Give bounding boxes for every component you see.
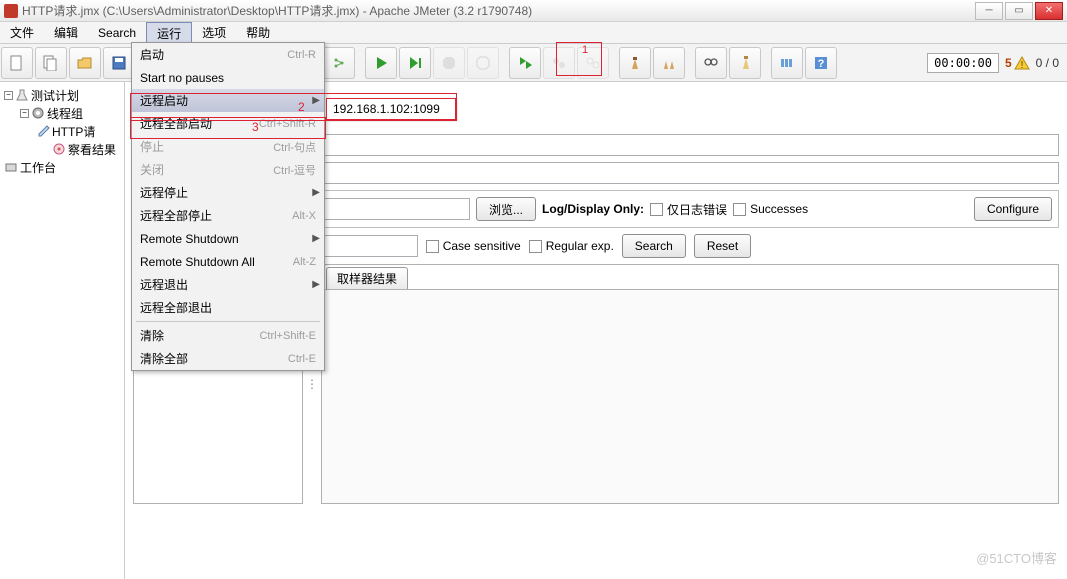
toolbar-reset-search-button[interactable] bbox=[729, 47, 761, 79]
test-tree[interactable]: − 测试计划 − 线程组 HTTP请 察看结果 工作台 bbox=[0, 82, 125, 579]
menu-remote-shutdown[interactable]: Remote Shutdown▶ bbox=[132, 227, 324, 250]
sampler-result-body bbox=[322, 289, 1058, 503]
errors-only-checkbox[interactable]: 仅日志错误 bbox=[650, 201, 727, 218]
menu-start-nopause[interactable]: Start no pauses bbox=[132, 66, 324, 89]
menu-clear[interactable]: 清除Ctrl+Shift-E bbox=[132, 324, 324, 347]
menu-options[interactable]: 选项 bbox=[192, 22, 236, 43]
toolbar-start-nopause-button[interactable] bbox=[399, 47, 431, 79]
annotation-label-2: 2 bbox=[298, 100, 305, 114]
annotation-label-1: 1 bbox=[582, 44, 588, 56]
reset-button[interactable]: Reset bbox=[694, 234, 751, 258]
toolbar-remote-stop-button[interactable] bbox=[543, 47, 575, 79]
toolbar-start-button[interactable] bbox=[365, 47, 397, 79]
run-menu-dropdown: 启动Ctrl-R Start no pauses 远程启动▶ 远程全部启动Ctr… bbox=[131, 42, 325, 371]
toolbar-templates-button[interactable] bbox=[35, 47, 67, 79]
toolbar-clearall-button[interactable] bbox=[653, 47, 685, 79]
submenu-arrow-icon: ▶ bbox=[312, 95, 320, 106]
pipette-icon bbox=[36, 124, 50, 138]
toolbar-open-button[interactable] bbox=[69, 47, 101, 79]
regex-checkbox[interactable]: Regular exp. bbox=[529, 239, 614, 253]
window-close-button[interactable]: ✕ bbox=[1035, 2, 1063, 20]
app-icon bbox=[4, 4, 18, 18]
menu-remote-stop[interactable]: 远程停止▶ bbox=[132, 181, 324, 204]
toolbar-remote-start-button[interactable] bbox=[509, 47, 541, 79]
menu-help[interactable]: 帮助 bbox=[236, 22, 280, 43]
tab-sampler-result[interactable]: 取样器结果 bbox=[326, 267, 408, 289]
tree-thread-group[interactable]: 线程组 bbox=[47, 105, 83, 122]
menu-clear-all[interactable]: 清除全部Ctrl-E bbox=[132, 347, 324, 370]
menu-remote-stop-all[interactable]: 远程全部停止Alt-X bbox=[132, 204, 324, 227]
browse-button[interactable]: 浏览... bbox=[476, 197, 536, 221]
toolbar-toggle-button[interactable] bbox=[323, 47, 355, 79]
results-right-pane: 取样器结果 bbox=[321, 264, 1059, 504]
tree-test-plan[interactable]: 测试计划 bbox=[31, 87, 79, 104]
gear-icon bbox=[31, 106, 45, 120]
scope-icon bbox=[52, 142, 66, 156]
logdisplay-label: Log/Display Only: bbox=[542, 202, 644, 216]
annotation-label-3: 3 bbox=[252, 120, 259, 134]
case-sensitive-checkbox[interactable]: Case sensitive bbox=[426, 239, 521, 253]
flask-icon bbox=[15, 88, 29, 102]
search-button[interactable]: Search bbox=[622, 234, 686, 258]
menu-shutdown-test: 关闭Ctrl-逗号 bbox=[132, 158, 324, 181]
remote-start-host[interactable]: 192.168.1.102:1099 bbox=[326, 98, 456, 120]
window-title: HTTP请求.jmx (C:\Users\Administrator\Deskt… bbox=[22, 2, 975, 19]
menubar: 文件 编辑 Search 运行 选项 帮助 bbox=[0, 22, 1067, 44]
warning-icon: ! bbox=[1014, 55, 1030, 71]
toolbar-help-button[interactable]: ? bbox=[805, 47, 837, 79]
svg-text:!: ! bbox=[1020, 60, 1023, 71]
toolbar-stop-button[interactable] bbox=[433, 47, 465, 79]
tree-http-request[interactable]: HTTP请 bbox=[52, 123, 95, 140]
menu-remote-start[interactable]: 远程启动▶ bbox=[132, 89, 324, 112]
tree-toggle-icon[interactable]: − bbox=[20, 109, 29, 118]
toolbar-new-button[interactable] bbox=[1, 47, 33, 79]
menu-remote-shutdown-all[interactable]: Remote Shutdown AllAlt-Z bbox=[132, 250, 324, 273]
toolbar-function-helper-button[interactable] bbox=[771, 47, 803, 79]
window-minimize-button[interactable]: ─ bbox=[975, 2, 1003, 20]
submenu-arrow-icon: ▶ bbox=[312, 279, 320, 290]
toolbar-find-button[interactable] bbox=[695, 47, 727, 79]
menu-file[interactable]: 文件 bbox=[0, 22, 44, 43]
toolbar-shutdown-button[interactable] bbox=[467, 47, 499, 79]
submenu-arrow-icon: ▶ bbox=[312, 187, 320, 198]
menu-start[interactable]: 启动Ctrl-R bbox=[132, 43, 324, 66]
toolbar-thread-count: 0 / 0 bbox=[1036, 56, 1059, 70]
window-titlebar: HTTP请求.jmx (C:\Users\Administrator\Deskt… bbox=[0, 0, 1067, 22]
tree-workbench[interactable]: 工作台 bbox=[20, 159, 56, 176]
svg-text:?: ? bbox=[818, 58, 825, 70]
tree-toggle-icon[interactable]: − bbox=[4, 91, 13, 100]
toolbar-clear-button[interactable] bbox=[619, 47, 651, 79]
toolbar-timer: 00:00:00 bbox=[927, 53, 999, 73]
watermark: @51CTO博客 bbox=[976, 548, 1057, 567]
submenu-arrow-icon: ▶ bbox=[312, 233, 320, 244]
menu-remote-exit-all[interactable]: 远程全部退出 bbox=[132, 296, 324, 319]
menu-remote-start-all[interactable]: 远程全部启动Ctrl+Shift-R bbox=[132, 112, 324, 135]
menu-run[interactable]: 运行 bbox=[146, 22, 192, 43]
menu-remote-exit[interactable]: 远程退出▶ bbox=[132, 273, 324, 296]
menu-stop-test: 停止Ctrl-句点 bbox=[132, 135, 324, 158]
menu-edit[interactable]: 编辑 bbox=[44, 22, 88, 43]
menu-search[interactable]: Search bbox=[88, 22, 146, 43]
configure-button[interactable]: Configure bbox=[974, 197, 1052, 221]
workbench-icon bbox=[4, 160, 18, 174]
window-maximize-button[interactable]: ▭ bbox=[1005, 2, 1033, 20]
toolbar-warning-badge[interactable]: 5 ! bbox=[1005, 55, 1030, 71]
tree-view-results[interactable]: 察看结果 bbox=[68, 141, 116, 158]
successes-checkbox[interactable]: Successes bbox=[733, 202, 808, 216]
